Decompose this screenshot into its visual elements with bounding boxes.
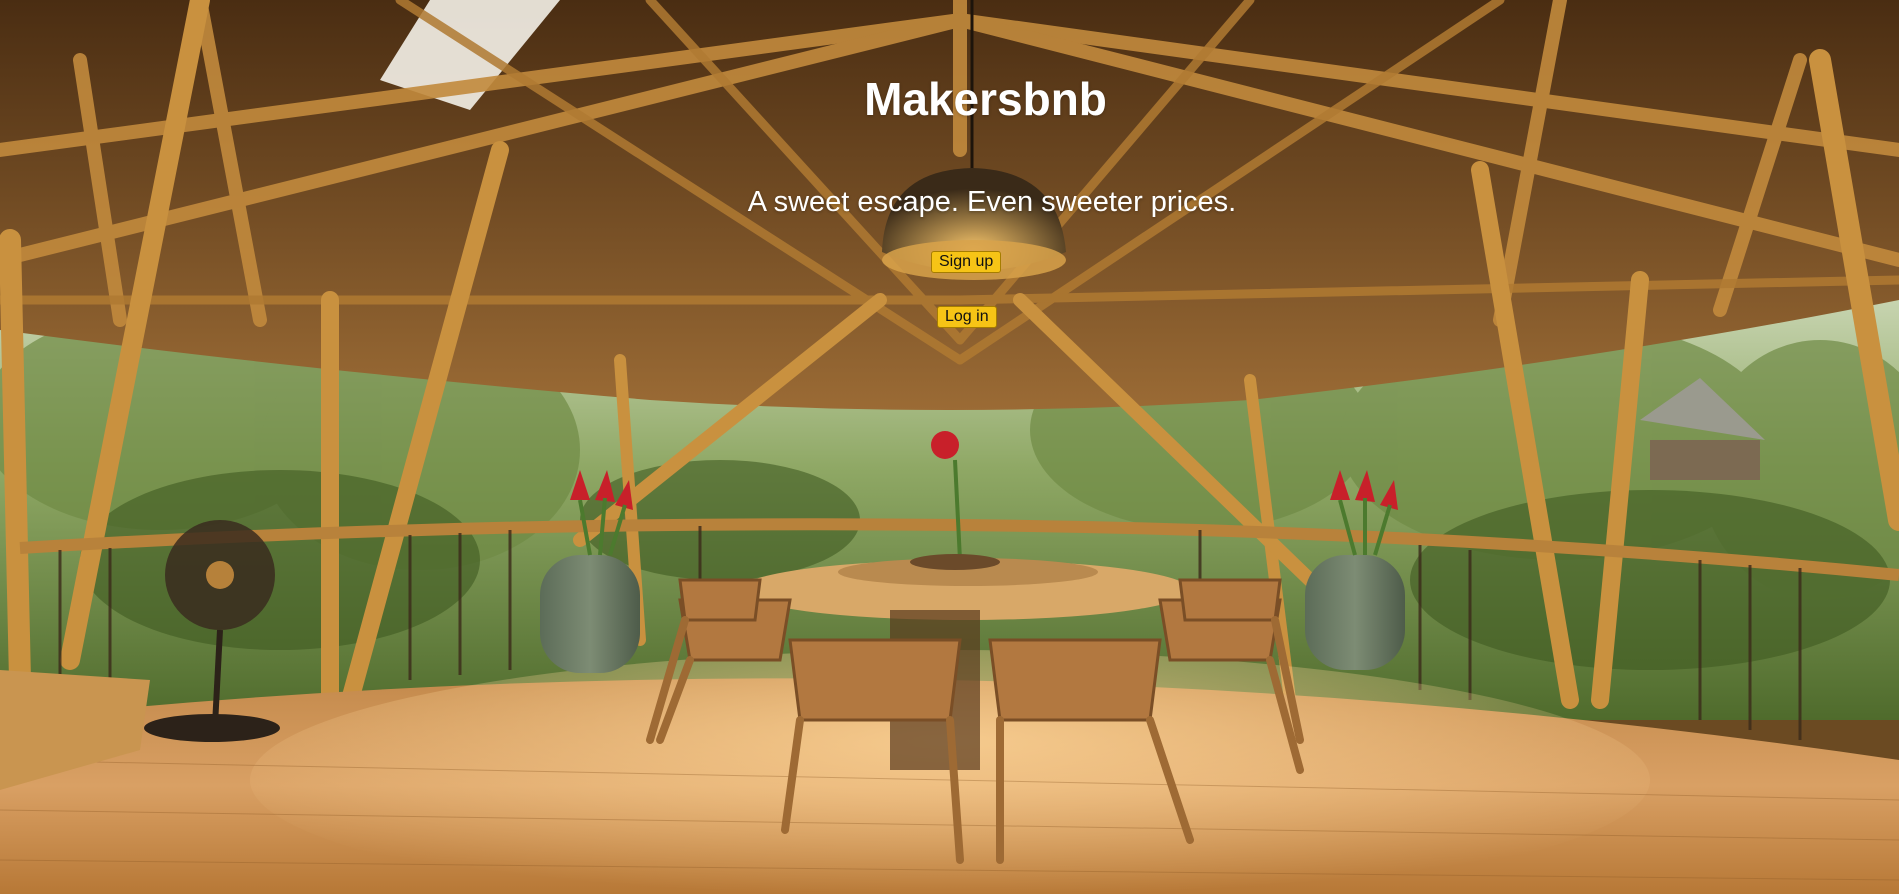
login-button[interactable]: Log in <box>937 306 997 328</box>
tagline: A sweet escape. Even sweeter prices. <box>747 186 1237 218</box>
hero-section: Makersbnb A sweet escape. Even sweeter p… <box>0 0 1899 894</box>
signup-button[interactable]: Sign up <box>931 251 1002 273</box>
hero-overlay: Makersbnb A sweet escape. Even sweeter p… <box>0 0 1899 894</box>
site-title: Makersbnb <box>864 73 1107 125</box>
